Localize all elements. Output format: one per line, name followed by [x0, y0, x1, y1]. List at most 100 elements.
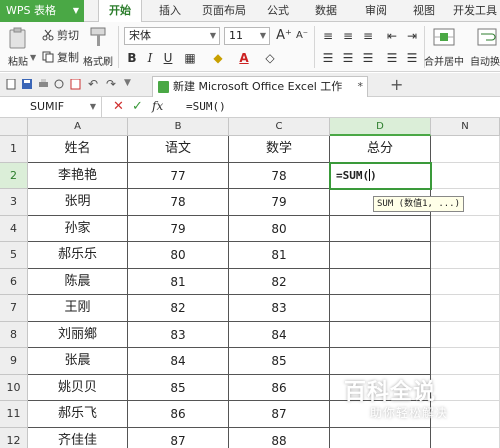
column-header-n[interactable]: N [431, 118, 500, 136]
table-cell[interactable]: 78 [128, 189, 229, 216]
cancel-formula-icon[interactable]: ✕ [113, 99, 124, 114]
table-cell[interactable]: 82 [229, 268, 330, 295]
table-header-cell[interactable]: 姓名 [28, 136, 128, 163]
tab-formulas[interactable]: 公式 [258, 0, 298, 22]
font-name-select[interactable]: 宋体 ▼ [124, 27, 220, 45]
formula-input[interactable]: =SUM() [180, 97, 500, 118]
font-size-select[interactable]: 11 ▼ [224, 27, 270, 45]
align-right-icon[interactable]: ☰ [360, 50, 376, 66]
indent-decrease-icon[interactable]: ⇤ [384, 28, 400, 44]
align-middle-icon[interactable]: ≡ [340, 28, 356, 44]
bold-icon[interactable]: B [124, 50, 140, 66]
tab-page-layout[interactable]: 页面布局 [196, 0, 252, 22]
table-cell[interactable]: 80 [128, 242, 229, 269]
column-header-c[interactable]: C [229, 118, 330, 136]
italic-icon[interactable]: I [142, 50, 158, 66]
cut-button[interactable]: 剪切 [42, 27, 79, 43]
align-center-icon[interactable]: ☰ [340, 50, 356, 66]
table-cell[interactable]: 李艳艳 [28, 162, 128, 189]
decrease-font-icon[interactable]: A⁻ [294, 28, 310, 44]
row-header-1[interactable]: 1 [0, 136, 28, 163]
format-painter-button[interactable] [88, 26, 110, 48]
table-cell[interactable] [431, 427, 500, 448]
distributed-icon[interactable]: ☰ [404, 50, 420, 66]
table-cell[interactable]: 齐佳佳 [28, 427, 128, 448]
row-header-11[interactable]: 11 [0, 401, 28, 428]
table-cell[interactable] [431, 321, 500, 348]
table-cell[interactable] [431, 162, 500, 189]
new-file-icon[interactable] [6, 79, 17, 90]
export-pdf-icon[interactable] [70, 79, 81, 90]
table-cell[interactable] [330, 427, 431, 448]
row-header-6[interactable]: 6 [0, 268, 28, 295]
table-cell[interactable] [330, 348, 431, 375]
column-header-d[interactable]: D [330, 118, 431, 136]
table-cell[interactable]: 81 [229, 242, 330, 269]
table-cell[interactable]: 87 [229, 401, 330, 428]
table-cell[interactable] [431, 242, 500, 269]
print-icon[interactable] [38, 79, 49, 90]
table-header-cell[interactable]: 总分 [330, 136, 431, 163]
table-cell[interactable]: 79 [229, 189, 330, 216]
underline-icon[interactable]: U [160, 50, 176, 66]
table-cell[interactable]: 86 [229, 374, 330, 401]
table-cell[interactable]: 87 [128, 427, 229, 448]
chevron-down-icon[interactable]: ▼ [30, 53, 36, 62]
active-cell-editor[interactable]: =SUM() [329, 161, 432, 190]
save-icon[interactable] [22, 79, 33, 90]
tab-developer[interactable]: 开发工具 [450, 0, 500, 22]
app-menu-button[interactable]: WPS 表格 ▼ [0, 0, 84, 22]
confirm-formula-icon[interactable]: ✓ [132, 99, 143, 114]
tab-home[interactable]: 开始 [98, 0, 142, 23]
column-header-b[interactable]: B [128, 118, 229, 136]
table-cell[interactable] [431, 268, 500, 295]
table-cell[interactable]: 84 [229, 321, 330, 348]
table-cell[interactable] [330, 321, 431, 348]
redo-icon[interactable]: ↷ [106, 77, 116, 91]
row-header-9[interactable]: 9 [0, 348, 28, 375]
print-preview-icon[interactable] [54, 79, 65, 90]
paste-button[interactable] [6, 26, 30, 50]
table-cell[interactable]: 80 [229, 215, 330, 242]
table-cell[interactable]: 85 [128, 374, 229, 401]
table-cell[interactable]: 陈晨 [28, 268, 128, 295]
table-cell[interactable]: 王刚 [28, 295, 128, 322]
table-cell[interactable] [431, 348, 500, 375]
column-header-a[interactable]: A [28, 118, 128, 136]
table-cell[interactable]: 81 [128, 268, 229, 295]
name-box[interactable]: SUMIF ▼ [0, 97, 102, 118]
table-cell[interactable] [431, 295, 500, 322]
insert-function-icon[interactable]: fx [152, 99, 163, 113]
table-cell[interactable]: 张明 [28, 189, 128, 216]
row-header-5[interactable]: 5 [0, 242, 28, 269]
border-icon[interactable]: ▦ [182, 50, 198, 66]
table-cell[interactable] [330, 242, 431, 269]
table-cell[interactable]: 79 [128, 215, 229, 242]
table-cell[interactable]: 86 [128, 401, 229, 428]
table-cell[interactable] [330, 295, 431, 322]
document-tab[interactable]: 新建 Microsoft Office Excel 工作表.xlsx * [152, 76, 368, 113]
table-cell[interactable]: 张晨 [28, 348, 128, 375]
table-cell[interactable]: 姚贝贝 [28, 374, 128, 401]
fill-color-icon[interactable]: ◆ [210, 50, 226, 66]
table-cell[interactable] [431, 215, 500, 242]
table-cell[interactable] [330, 215, 431, 242]
table-cell[interactable]: 83 [128, 321, 229, 348]
row-header-2[interactable]: 2 [0, 162, 28, 189]
row-header-10[interactable]: 10 [0, 374, 28, 401]
indent-increase-icon[interactable]: ⇥ [404, 28, 420, 44]
table-cell[interactable]: 77 [128, 162, 229, 189]
font-color-icon[interactable]: A [236, 50, 252, 66]
table-cell[interactable]: 85 [229, 348, 330, 375]
table-cell[interactable]: 郝乐乐 [28, 242, 128, 269]
table-cell[interactable]: 刘丽鄉 [28, 321, 128, 348]
align-top-icon[interactable]: ≡ [320, 28, 336, 44]
select-all-corner[interactable] [0, 118, 28, 136]
table-cell[interactable]: 郝乐飞 [28, 401, 128, 428]
table-cell[interactable]: 83 [229, 295, 330, 322]
chevron-down-icon[interactable]: ▼ [124, 78, 131, 88]
row-header-3[interactable]: 3 [0, 189, 28, 216]
add-tab-button[interactable]: + [390, 75, 403, 94]
table-cell[interactable]: 82 [128, 295, 229, 322]
table-cell[interactable] [330, 268, 431, 295]
